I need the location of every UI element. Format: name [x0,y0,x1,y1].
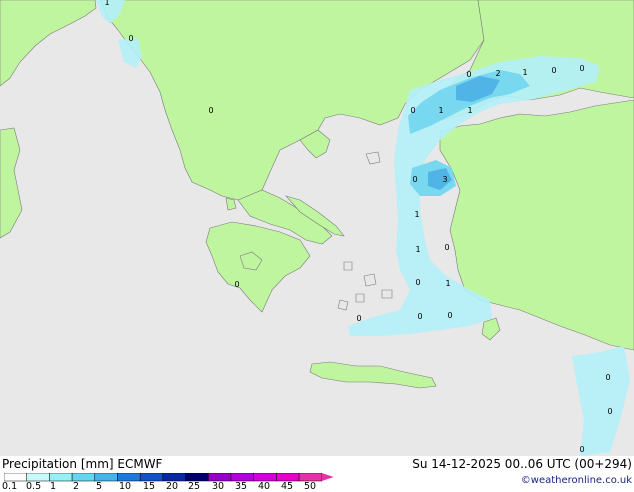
legend-swatch [49,473,73,482]
map-value-label: 1 [415,245,420,254]
map-value-label: 0 [551,66,556,75]
map-title: Precipitation [mm] ECMWF [2,457,163,471]
map-value-label: 0 [208,106,213,115]
legend-swatch [298,473,323,482]
legend-tick-label: 25 [188,481,201,492]
map-value-label: 0 [410,106,415,115]
legend-swatch [139,473,164,482]
legend-swatch [26,473,50,482]
map-value-label: 1 [467,106,472,115]
legend-tick-label: 45 [281,481,294,492]
map-value-label: 0 [417,312,422,321]
legend-tick-label: 15 [143,481,156,492]
legend-tick-label: 40 [258,481,271,492]
map-value-label: 0 [415,278,420,287]
credit-link[interactable]: ©weatheronline.co.uk [521,475,632,486]
legend-swatch [276,473,300,482]
legend-tick-label: 0.5 [26,481,42,492]
legend-arrow [321,473,334,481]
legend-tick-label: 20 [166,481,179,492]
legend-swatch [4,473,27,482]
legend-swatch [230,473,254,482]
legend-tick-label: 2 [73,481,80,492]
legend-swatch [208,473,232,482]
map-value-label: 1 [438,106,443,115]
map-value-label: 0 [579,64,584,73]
valid-time: Su 14-12-2025 00..06 UTC (00+294) [412,457,632,471]
map-value-label: 3 [442,175,447,184]
map-value-label: 1 [104,0,109,7]
map-value-label: 0 [128,34,133,43]
legend-swatch [185,473,209,482]
map-value-label: 1 [414,210,419,219]
legend-swatch [94,473,118,482]
legend-swatch [71,473,96,482]
legend-swatch [253,473,277,482]
map-value-label: 0 [234,280,239,289]
map-value-label: 0 [579,445,584,454]
map-value-label: 2 [495,69,500,78]
map-value-label: 0 [607,407,612,416]
legend-tick-label: 0.1 [2,481,18,492]
map-value-label: 0 [605,373,610,382]
legend-tick-label: 50 [304,481,317,492]
map-value-label: 0 [444,243,449,252]
legend-tick-label: 5 [96,481,103,492]
map-value-label: 0 [466,70,471,79]
legend-tick-label: 1 [50,481,57,492]
precipitation-map: 1000 2 1 0 00 1 10 311 00 10 0 00000 [0,0,634,490]
map-value-label: 1 [522,68,527,77]
legend-swatch [162,473,186,482]
map-value-label: 0 [356,314,361,323]
legend-swatch [117,473,141,482]
legend-tick-label: 30 [212,481,225,492]
legend-tick-label: 35 [235,481,248,492]
legend-tick-label: 10 [119,481,132,492]
map-value-label: 0 [412,175,417,184]
map-value-label: 1 [445,279,450,288]
map-value-label: 0 [447,311,452,320]
